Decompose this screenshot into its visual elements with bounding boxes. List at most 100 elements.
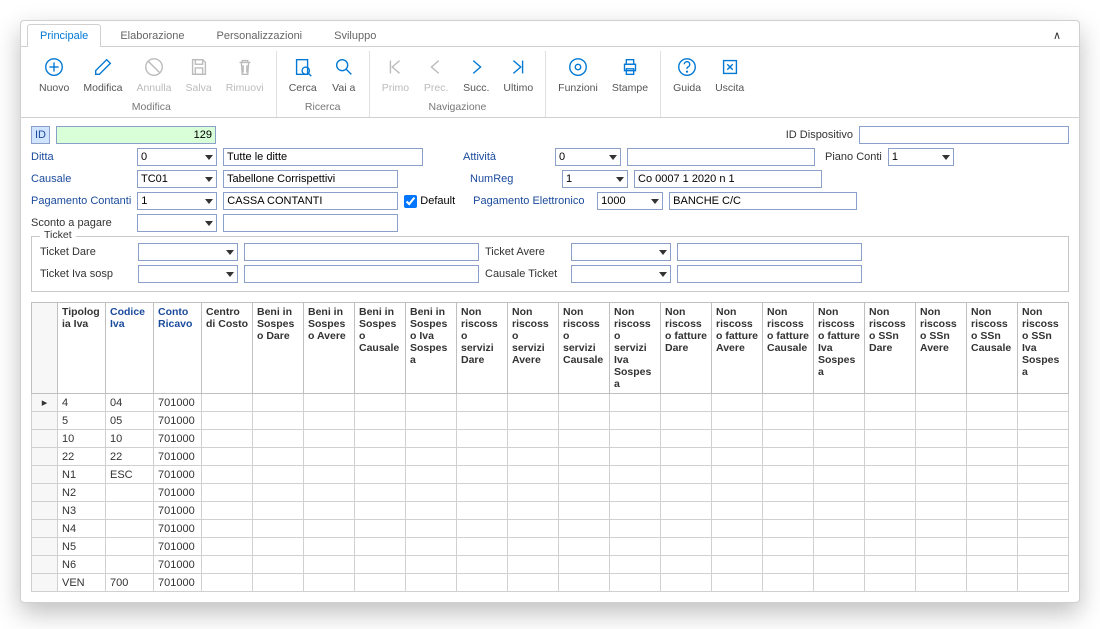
cell[interactable] <box>865 520 916 538</box>
cell[interactable] <box>763 556 814 574</box>
cell[interactable]: ESC <box>106 466 154 484</box>
guida-button[interactable]: Guida <box>667 51 707 98</box>
cell[interactable] <box>916 502 967 520</box>
cell[interactable] <box>202 466 253 484</box>
tab-sviluppo[interactable]: Sviluppo <box>321 24 389 47</box>
column-header[interactable]: Non riscosso SSn Iva Sospesa <box>1018 303 1069 394</box>
table-row[interactable]: N5701000 <box>32 538 1069 556</box>
cell[interactable] <box>457 520 508 538</box>
column-header[interactable]: Conto Ricavo <box>154 303 202 394</box>
cell[interactable] <box>355 556 406 574</box>
tab-elaborazione[interactable]: Elaborazione <box>107 24 197 47</box>
ticket-avere-desc-input[interactable] <box>677 243 862 261</box>
cell[interactable]: 5 <box>58 412 106 430</box>
cell[interactable]: N1 <box>58 466 106 484</box>
cell[interactable] <box>814 520 865 538</box>
cell[interactable] <box>253 448 304 466</box>
cell[interactable] <box>559 448 610 466</box>
cell[interactable] <box>865 484 916 502</box>
cell[interactable] <box>916 556 967 574</box>
ticket-iva-desc-input[interactable] <box>244 265 479 283</box>
cell[interactable] <box>457 574 508 592</box>
cell[interactable] <box>967 574 1018 592</box>
cell[interactable] <box>457 484 508 502</box>
cell[interactable] <box>661 448 712 466</box>
data-grid[interactable]: Tipologia IvaCodice IvaConto RicavoCentr… <box>31 302 1069 592</box>
cell[interactable] <box>661 466 712 484</box>
cell[interactable] <box>610 412 661 430</box>
cell[interactable] <box>253 538 304 556</box>
cell[interactable] <box>916 520 967 538</box>
causale-ticket-select[interactable] <box>571 265 671 283</box>
cell[interactable] <box>814 448 865 466</box>
cell[interactable] <box>916 394 967 412</box>
cell[interactable] <box>967 466 1018 484</box>
table-row[interactable]: 505701000 <box>32 412 1069 430</box>
attivita-desc-input[interactable] <box>627 148 815 166</box>
cell[interactable] <box>355 430 406 448</box>
cell[interactable] <box>814 412 865 430</box>
cell[interactable] <box>967 412 1018 430</box>
cell[interactable] <box>865 574 916 592</box>
cell[interactable] <box>355 484 406 502</box>
cell[interactable] <box>865 556 916 574</box>
piano-conti-select[interactable]: 1 <box>888 148 954 166</box>
cell[interactable] <box>661 574 712 592</box>
cell[interactable] <box>304 484 355 502</box>
cell[interactable] <box>202 538 253 556</box>
cell[interactable] <box>406 430 457 448</box>
cell[interactable] <box>1018 430 1069 448</box>
cell[interactable] <box>508 394 559 412</box>
cell[interactable] <box>106 484 154 502</box>
cell[interactable] <box>865 538 916 556</box>
cell[interactable] <box>610 502 661 520</box>
nuovo-button[interactable]: Nuovo <box>33 51 75 98</box>
cell[interactable] <box>610 520 661 538</box>
cell[interactable] <box>712 466 763 484</box>
cell[interactable] <box>457 538 508 556</box>
cell[interactable] <box>814 538 865 556</box>
causale-select[interactable]: TC01 <box>137 170 217 188</box>
pag-contanti-desc-input[interactable] <box>223 192 398 210</box>
cell[interactable]: 10 <box>106 430 154 448</box>
cell[interactable] <box>457 394 508 412</box>
cell[interactable] <box>508 538 559 556</box>
table-row[interactable]: N1ESC701000 <box>32 466 1069 484</box>
ditta-desc-input[interactable] <box>223 148 423 166</box>
cell[interactable] <box>202 448 253 466</box>
column-header[interactable]: Non riscosso fatture Avere <box>712 303 763 394</box>
cell[interactable] <box>202 394 253 412</box>
vaia-button[interactable]: Vai a <box>325 51 363 98</box>
cell[interactable] <box>559 394 610 412</box>
cell[interactable] <box>661 520 712 538</box>
cell[interactable] <box>661 484 712 502</box>
cell[interactable] <box>865 412 916 430</box>
cell[interactable] <box>967 484 1018 502</box>
cell[interactable] <box>967 502 1018 520</box>
cell[interactable]: 701000 <box>154 502 202 520</box>
cell[interactable] <box>304 466 355 484</box>
cell[interactable] <box>814 394 865 412</box>
cell[interactable] <box>457 466 508 484</box>
cell[interactable] <box>253 520 304 538</box>
cell[interactable] <box>202 484 253 502</box>
modifica-button[interactable]: Modifica <box>77 51 128 98</box>
column-header[interactable]: Codice Iva <box>106 303 154 394</box>
cell[interactable] <box>106 538 154 556</box>
cell[interactable] <box>406 394 457 412</box>
table-row[interactable]: N6701000 <box>32 556 1069 574</box>
cell[interactable] <box>661 538 712 556</box>
cell[interactable] <box>1018 484 1069 502</box>
numreg-desc-input[interactable] <box>634 170 822 188</box>
cell[interactable] <box>355 502 406 520</box>
cell[interactable] <box>967 538 1018 556</box>
cell[interactable] <box>1018 502 1069 520</box>
cell[interactable] <box>1018 520 1069 538</box>
cell[interactable] <box>202 430 253 448</box>
attivita-select[interactable]: 0 <box>555 148 621 166</box>
cell[interactable] <box>559 574 610 592</box>
cell[interactable]: 700 <box>106 574 154 592</box>
cell[interactable]: N6 <box>58 556 106 574</box>
cell[interactable] <box>202 556 253 574</box>
cell[interactable] <box>763 538 814 556</box>
